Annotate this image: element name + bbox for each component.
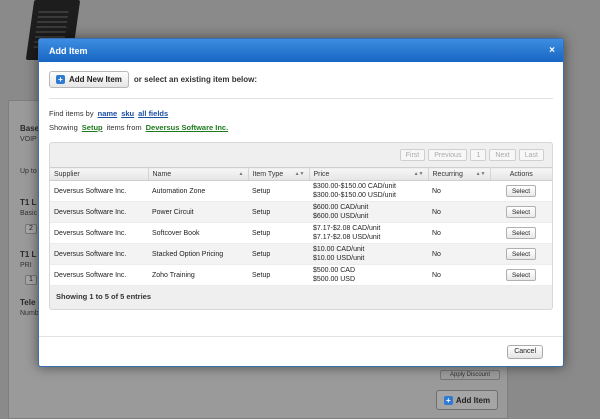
sort-icon: ▲▼	[475, 171, 486, 177]
pager-previous-button[interactable]: Previous	[428, 149, 468, 161]
cell-recurring: No	[428, 201, 490, 223]
cell-actions: Select	[490, 243, 552, 265]
cell-item-type: Setup	[248, 222, 309, 244]
add-hint-text: or select an existing item below:	[133, 75, 258, 84]
cell-name: Power Circuit	[148, 201, 248, 223]
column-header-recurring[interactable]: Recurring ▲▼	[428, 167, 491, 181]
cell-supplier: Deversus Software Inc.	[50, 222, 148, 244]
cell-recurring: No	[428, 243, 490, 265]
dialog-body: + Add New Item or select an existing ite…	[39, 62, 563, 318]
cell-actions: Select	[490, 201, 552, 223]
cell-supplier: Deversus Software Inc.	[50, 180, 148, 202]
select-button[interactable]: Select	[505, 206, 537, 218]
cell-supplier: Deversus Software Inc.	[50, 264, 148, 286]
sort-icon: ▲▼	[294, 171, 305, 177]
cell-actions: Select	[490, 222, 552, 244]
dialog-header: Add Item ×	[39, 39, 563, 62]
plus-icon: +	[56, 75, 65, 84]
add-new-item-label: Add New Item	[69, 75, 122, 84]
sort-asc-icon: ▲	[238, 171, 244, 177]
table-row: Deversus Software Inc. Softcover Book Se…	[50, 222, 552, 244]
cell-name: Stacked Option Pricing	[148, 243, 248, 265]
bg-label: Tele	[20, 298, 36, 307]
category-filter-link[interactable]: Setup	[82, 123, 103, 132]
bg-label: Basic	[20, 210, 38, 217]
add-new-item-button[interactable]: + Add New Item	[49, 71, 129, 88]
bg-label: VOIP	[20, 136, 37, 143]
showing-middle: items from	[106, 123, 142, 132]
bg-label: Numb	[20, 310, 39, 317]
add-new-row: + Add New Item or select an existing ite…	[49, 71, 553, 88]
cell-price: $7.17-$2.08 CAD/unit $7.17-$2.08 USD/unit	[309, 222, 428, 244]
find-by-sku-link[interactable]: sku	[121, 109, 134, 118]
supplier-filter-link[interactable]: Deversus Software Inc.	[146, 123, 229, 132]
cell-supplier: Deversus Software Inc.	[50, 201, 148, 223]
table-row: Deversus Software Inc. Zoho Training Set…	[50, 264, 552, 286]
plus-icon: +	[443, 395, 453, 405]
find-by-all-fields-link[interactable]: all fields	[138, 109, 168, 118]
cell-actions: Select	[490, 264, 552, 286]
cell-name: Zoho Training	[148, 264, 248, 286]
find-prefix: Find items by	[49, 109, 94, 118]
pager-next-button[interactable]: Next	[489, 149, 516, 161]
cell-item-type: Setup	[248, 264, 309, 286]
sort-icon: ▲▼	[413, 171, 424, 177]
column-header-actions: Actions	[490, 167, 552, 181]
bg-label: T1 L	[20, 250, 37, 259]
column-header-name[interactable]: Name ▲	[148, 167, 249, 181]
bg-add-item-label: Add Item	[455, 395, 491, 405]
bg-label: T1 L	[20, 198, 37, 207]
table-row: Deversus Software Inc. Automation Zone S…	[50, 180, 552, 202]
cell-actions: Select	[490, 180, 552, 202]
column-header-price[interactable]: Price ▲▼	[309, 167, 429, 181]
bg-apply-discount-button: Apply Discount	[440, 370, 500, 380]
bg-quantity-select: 2	[25, 224, 37, 234]
column-header-supplier[interactable]: Supplier	[50, 167, 149, 181]
cell-recurring: No	[428, 264, 490, 286]
cell-price: $600.00 CAD/unit $600.00 USD/unit	[309, 201, 428, 223]
cell-name: Softcover Book	[148, 222, 248, 244]
select-button[interactable]: Select	[505, 248, 537, 260]
bg-add-item-button: + Add Item	[436, 390, 498, 410]
cell-supplier: Deversus Software Inc.	[50, 243, 148, 265]
showing-prefix: Showing	[49, 123, 78, 132]
bg-quantity-select: 1	[25, 275, 37, 285]
find-items-row: Find items by name sku all fields	[49, 109, 553, 118]
table-header-row: Supplier Name ▲ Item Type ▲▼ Price ▲▼ Recur…	[50, 167, 552, 181]
add-item-dialog: Add Item × + Add New Item or select an e…	[38, 38, 564, 367]
cell-item-type: Setup	[248, 243, 309, 265]
divider	[49, 98, 553, 99]
items-table: Supplier Name ▲ Item Type ▲▼ Price ▲▼ Recur…	[50, 167, 552, 286]
table-row: Deversus Software Inc. Power Circuit Set…	[50, 201, 552, 223]
table-row: Deversus Software Inc. Stacked Option Pr…	[50, 243, 552, 265]
cell-price: $10.00 CAD/unit $10.00 USD/unit	[309, 243, 428, 265]
column-header-item-type[interactable]: Item Type ▲▼	[248, 167, 310, 181]
select-button[interactable]: Select	[505, 269, 537, 281]
pagination: First Previous 1 Next Last	[50, 143, 552, 167]
dialog-footer: Cancel	[39, 336, 563, 366]
showing-filter-row: Showing Setup items from Deversus Softwa…	[49, 123, 553, 132]
cell-price: $300.00-$150.00 CAD/unit $300.00-$150.00 …	[309, 180, 428, 202]
cell-item-type: Setup	[248, 201, 309, 223]
pager-last-button[interactable]: Last	[518, 149, 544, 161]
select-button[interactable]: Select	[505, 185, 537, 197]
cell-item-type: Setup	[248, 180, 309, 202]
cell-name: Automation Zone	[148, 180, 248, 202]
pager-page-1-button[interactable]: 1	[470, 149, 487, 161]
dialog-title: Add Item	[49, 45, 88, 56]
pager-first-button[interactable]: First	[399, 149, 426, 161]
bg-label: PRI	[20, 262, 32, 269]
items-grid: First Previous 1 Next Last Supplier Name…	[49, 142, 553, 310]
cell-recurring: No	[428, 180, 490, 202]
cancel-button[interactable]: Cancel	[507, 344, 543, 359]
select-button[interactable]: Select	[505, 227, 537, 239]
close-icon[interactable]: ×	[549, 45, 555, 56]
cell-recurring: No	[428, 222, 490, 244]
bg-label: Base	[20, 124, 40, 133]
bg-label: Up to	[20, 168, 37, 175]
find-by-name-link[interactable]: name	[98, 109, 118, 118]
entries-info: Showing 1 to 5 of 5 entries	[56, 292, 152, 301]
cell-price: $500.00 CAD $500.00 USD	[309, 264, 428, 286]
